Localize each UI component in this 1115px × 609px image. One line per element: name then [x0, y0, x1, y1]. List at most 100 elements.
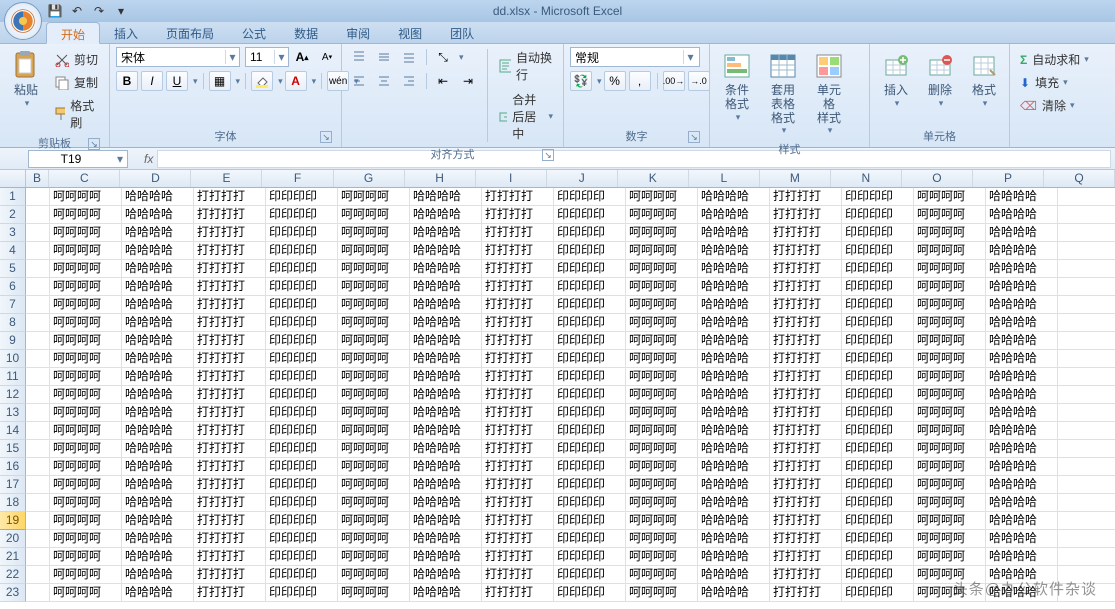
cell[interactable]: 印印印印	[266, 422, 338, 440]
cell[interactable]: 哈哈哈哈	[410, 440, 482, 458]
cell[interactable]: 哈哈哈哈	[410, 458, 482, 476]
cell[interactable]: 呵呵呵呵	[914, 350, 986, 368]
cell[interactable]: 印印印印	[842, 422, 914, 440]
row-header[interactable]: 18	[0, 494, 26, 512]
cell[interactable]	[26, 332, 50, 350]
cell[interactable]: 印印印印	[554, 206, 626, 224]
tab-视图[interactable]: 视图	[384, 22, 436, 43]
cell[interactable]: 打打打打	[194, 296, 266, 314]
cell[interactable]: 哈哈哈哈	[122, 440, 194, 458]
row-header[interactable]: 2	[0, 206, 26, 224]
cell[interactable]: 打打打打	[194, 530, 266, 548]
cell[interactable]: 哈哈哈哈	[410, 350, 482, 368]
cell[interactable]: 打打打打	[770, 476, 842, 494]
cell[interactable]	[1058, 494, 1115, 512]
cell[interactable]: 哈哈哈哈	[986, 476, 1058, 494]
cell[interactable]: 印印印印	[554, 350, 626, 368]
cell[interactable]: 哈哈哈哈	[410, 566, 482, 584]
cell[interactable]: 哈哈哈哈	[986, 206, 1058, 224]
comma-button[interactable]: ,	[629, 71, 651, 91]
cell[interactable]: 呵呵呵呵	[626, 458, 698, 476]
cell[interactable]: 打打打打	[482, 548, 554, 566]
cell[interactable]: 哈哈哈哈	[698, 224, 770, 242]
cell[interactable]: 呵呵呵呵	[338, 458, 410, 476]
row-header[interactable]: 16	[0, 458, 26, 476]
cell[interactable]: 呵呵呵呵	[626, 494, 698, 512]
cell[interactable]: 呵呵呵呵	[914, 404, 986, 422]
cell[interactable]: 打打打打	[770, 512, 842, 530]
cell[interactable]: 哈哈哈哈	[698, 566, 770, 584]
paste-button[interactable]: 粘贴▾	[6, 47, 46, 111]
cell[interactable]: 呵呵呵呵	[50, 404, 122, 422]
cell[interactable]: 印印印印	[266, 476, 338, 494]
cell[interactable]: 印印印印	[842, 332, 914, 350]
cell[interactable]: 打打打打	[770, 386, 842, 404]
cell[interactable]: 呵呵呵呵	[626, 206, 698, 224]
cell[interactable]: 哈哈哈哈	[410, 296, 482, 314]
conditional-format-button[interactable]: 条件格式▾	[716, 47, 758, 125]
tab-数据[interactable]: 数据	[280, 22, 332, 43]
cell[interactable]: 打打打打	[770, 188, 842, 206]
cell[interactable]: 哈哈哈哈	[698, 368, 770, 386]
cell[interactable]: 呵呵呵呵	[626, 224, 698, 242]
cell[interactable]: 呵呵呵呵	[914, 314, 986, 332]
qat-save-icon[interactable]: 💾	[46, 1, 64, 21]
cell[interactable]: 哈哈哈哈	[698, 260, 770, 278]
cell[interactable]: 打打打打	[194, 494, 266, 512]
align-top-icon[interactable]	[348, 47, 370, 67]
cell[interactable]: 哈哈哈哈	[986, 278, 1058, 296]
cell[interactable]	[26, 368, 50, 386]
cell[interactable]: 呵呵呵呵	[50, 296, 122, 314]
row-header[interactable]: 4	[0, 242, 26, 260]
cell[interactable]: 打打打打	[482, 332, 554, 350]
cell[interactable]: 打打打打	[770, 458, 842, 476]
cell[interactable]: 印印印印	[842, 458, 914, 476]
cell[interactable]: 打打打打	[482, 260, 554, 278]
cell[interactable]: 呵呵呵呵	[50, 206, 122, 224]
cell[interactable]: 打打打打	[482, 278, 554, 296]
cell[interactable]: 呵呵呵呵	[914, 368, 986, 386]
cell[interactable]: 印印印印	[554, 188, 626, 206]
select-all-corner[interactable]	[0, 170, 26, 187]
cell[interactable]: 哈哈哈哈	[122, 188, 194, 206]
row-header[interactable]: 1	[0, 188, 26, 206]
cell[interactable]	[1058, 242, 1115, 260]
cell[interactable]: 打打打打	[770, 494, 842, 512]
cell[interactable]: 打打打打	[194, 242, 266, 260]
cell[interactable]: 呵呵呵呵	[338, 368, 410, 386]
cell[interactable]	[1058, 422, 1115, 440]
cell[interactable]: 打打打打	[194, 206, 266, 224]
cell[interactable]: 打打打打	[194, 350, 266, 368]
cell[interactable]: 打打打打	[770, 368, 842, 386]
cell[interactable]: 呵呵呵呵	[914, 458, 986, 476]
cell[interactable]: 呵呵呵呵	[914, 386, 986, 404]
cell[interactable]	[26, 548, 50, 566]
format-cells-button[interactable]: 格式▾	[964, 47, 1004, 111]
cell[interactable]: 打打打打	[482, 386, 554, 404]
cell[interactable]: 哈哈哈哈	[122, 404, 194, 422]
row-header[interactable]: 17	[0, 476, 26, 494]
cell[interactable]: 哈哈哈哈	[122, 206, 194, 224]
cell[interactable]: 哈哈哈哈	[410, 188, 482, 206]
cell[interactable]: 印印印印	[266, 188, 338, 206]
cell[interactable]: 呵呵呵呵	[626, 242, 698, 260]
cell[interactable]: 呵呵呵呵	[626, 350, 698, 368]
number-format-combo[interactable]: ▾	[570, 47, 700, 67]
cell[interactable]: 呵呵呵呵	[50, 476, 122, 494]
cell[interactable]: 打打打打	[770, 260, 842, 278]
cell[interactable]: 哈哈哈哈	[122, 476, 194, 494]
cell[interactable]: 哈哈哈哈	[698, 386, 770, 404]
cell[interactable]: 哈哈哈哈	[698, 494, 770, 512]
align-right-icon[interactable]	[398, 71, 420, 91]
office-button[interactable]	[4, 2, 42, 40]
cell[interactable]: 哈哈哈哈	[698, 440, 770, 458]
cell[interactable]: 印印印印	[554, 494, 626, 512]
cell[interactable]: 印印印印	[266, 530, 338, 548]
cell[interactable]: 印印印印	[266, 404, 338, 422]
align-left-icon[interactable]	[348, 71, 370, 91]
font-launcher-icon[interactable]: ↘	[320, 131, 332, 143]
column-header[interactable]: K	[618, 170, 689, 187]
tab-开始[interactable]: 开始	[46, 22, 100, 44]
cell[interactable]: 哈哈哈哈	[698, 350, 770, 368]
cell[interactable]: 哈哈哈哈	[698, 188, 770, 206]
